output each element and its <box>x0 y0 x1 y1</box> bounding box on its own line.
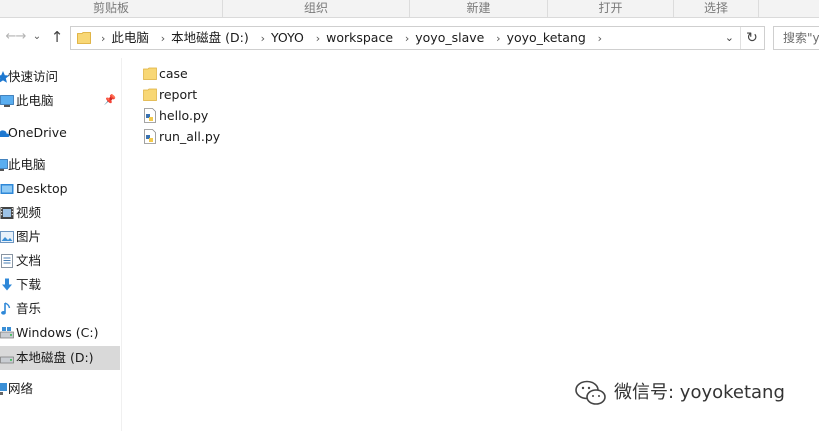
python-file-icon <box>144 108 156 123</box>
sidebar-item-label: OneDrive <box>8 125 67 140</box>
computer-icon <box>0 95 14 107</box>
folder-icon <box>143 67 157 80</box>
drive-icon <box>0 356 14 364</box>
sidebar-item-this-pc[interactable]: 此电脑 <box>0 154 120 176</box>
drive-icon <box>0 327 14 339</box>
breadcrumb-item[interactable]: YOYO <box>271 27 304 49</box>
music-note-icon <box>1 302 11 315</box>
chevron-right-icon[interactable]: › <box>405 28 409 50</box>
sidebar-item-label: 此电脑 <box>16 93 54 108</box>
documents-folder-icon <box>1 254 13 268</box>
folder-icon <box>143 88 157 101</box>
sidebar-item-this-pc-pinned[interactable]: 此电脑 📌 <box>0 90 120 112</box>
chevron-right-icon[interactable]: › <box>161 28 165 50</box>
video-folder-icon <box>0 207 14 219</box>
download-arrow-icon <box>2 278 12 291</box>
navigation-pane: 快速访问 此电脑 📌 OneDrive 此电脑 Desktop 视频 图片 文档… <box>0 58 120 431</box>
sidebar-item-label: Windows (C:) <box>16 325 99 340</box>
sidebar-item-quick-access[interactable]: 快速访问 <box>0 66 120 88</box>
chevron-down-icon[interactable]: ⌄ <box>28 28 46 46</box>
watermark-text: 微信号: yoyoketang <box>614 382 785 403</box>
sidebar-item-label: 文档 <box>16 253 42 268</box>
breadcrumb-item[interactable]: 本地磁盘 (D:) <box>171 27 249 49</box>
breadcrumb-item[interactable]: yoyo_slave <box>415 27 484 49</box>
sidebar-item-label: 下载 <box>16 277 42 292</box>
sidebar-item-label: 本地磁盘 (D:) <box>16 350 94 365</box>
sidebar-item-drive-c[interactable]: Windows (C:) <box>0 322 120 344</box>
sidebar-item-label: 网络 <box>8 381 34 396</box>
up-arrow-icon[interactable]: ↑ <box>48 28 66 46</box>
sidebar-item-drive-d[interactable]: 本地磁盘 (D:) <box>0 346 120 370</box>
ribbon-group-label: 组织 <box>303 1 328 15</box>
computer-icon <box>0 159 8 171</box>
sidebar-item-videos[interactable]: 视频 <box>0 202 120 224</box>
ribbon-group-label: 选择 <box>703 1 728 15</box>
file-name: report <box>159 87 198 102</box>
sidebar-item-label: 图片 <box>16 229 42 244</box>
sidebar-item-label: Desktop <box>16 181 68 196</box>
ribbon-group-select[interactable]: 选择 <box>674 0 759 17</box>
file-name: hello.py <box>159 108 209 123</box>
sidebar-item-onedrive[interactable]: OneDrive <box>0 122 120 144</box>
file-name: run_all.py <box>159 129 221 144</box>
folder-icon <box>77 32 91 44</box>
desktop-folder-icon <box>0 184 14 194</box>
sidebar-item-music[interactable]: 音乐 <box>0 298 120 320</box>
chevron-right-icon[interactable]: › <box>598 28 602 50</box>
pin-icon[interactable]: 📌 <box>104 90 116 112</box>
breadcrumb-item[interactable]: 此电脑 <box>111 27 149 49</box>
sidebar-item-label: 音乐 <box>16 301 42 316</box>
file-item-run-all-py[interactable]: run_all.py <box>140 126 540 147</box>
watermark: 微信号: yoyoketang <box>574 378 785 408</box>
chevron-right-icon[interactable]: › <box>316 28 320 50</box>
wechat-logo-icon <box>575 380 606 405</box>
network-icon <box>0 383 7 395</box>
chevron-right-icon[interactable]: › <box>261 28 265 50</box>
address-row: ← → ⌄ ↑ › 此电脑 › 本地磁盘 (D:) › YOYO › workspace… <box>0 18 819 58</box>
chevron-right-icon[interactable]: › <box>101 28 105 50</box>
ribbon-group-clipboard[interactable]: 剪贴板 <box>0 0 223 17</box>
breadcrumb-item[interactable]: yoyo_ketang <box>507 27 586 49</box>
refresh-icon[interactable]: ↻ <box>740 27 763 49</box>
sidebar-item-documents[interactable]: 文档 <box>0 250 120 272</box>
search-input[interactable]: 搜索"y <box>773 26 819 50</box>
ribbon-group-open[interactable]: 打开 <box>548 0 674 17</box>
chevron-right-icon[interactable]: › <box>496 28 500 50</box>
pictures-folder-icon <box>0 231 14 243</box>
file-name: case <box>159 66 188 81</box>
ribbon-group-bar: 剪贴板 组织 新建 打开 选择 <box>0 0 819 18</box>
breadcrumb: › 此电脑 › 本地磁盘 (D:) › YOYO › workspace › yoyo_s… <box>93 27 608 49</box>
sidebar-item-label: 此电脑 <box>8 157 46 172</box>
address-dropdown-icon[interactable]: ⌄ <box>725 27 734 49</box>
file-item-case[interactable]: case <box>140 63 540 84</box>
sidebar-item-network[interactable]: 网络 <box>0 378 120 400</box>
python-file-icon <box>144 129 156 144</box>
sidebar-item-label: 视频 <box>16 205 42 220</box>
sidebar-item-downloads[interactable]: 下载 <box>0 274 120 296</box>
ribbon-group-label: 打开 <box>598 1 623 15</box>
pane-divider[interactable] <box>121 58 122 431</box>
sidebar-item-label: 快速访问 <box>8 69 59 84</box>
file-list: case report hello.py run_all.py <box>140 63 540 147</box>
ribbon-group-organize[interactable]: 组织 <box>223 0 410 17</box>
breadcrumb-item[interactable]: workspace <box>326 27 393 49</box>
file-item-hello-py[interactable]: hello.py <box>140 105 540 126</box>
ribbon-group-label: 剪贴板 <box>92 1 129 15</box>
sidebar-item-pictures[interactable]: 图片 <box>0 226 120 248</box>
sidebar-item-desktop[interactable]: Desktop <box>0 178 120 200</box>
ribbon-group-label: 新建 <box>466 1 491 15</box>
ribbon-group-new[interactable]: 新建 <box>410 0 548 17</box>
address-bar[interactable]: › 此电脑 › 本地磁盘 (D:) › YOYO › workspace › yoyo_s… <box>70 26 765 50</box>
file-item-report[interactable]: report <box>140 84 540 105</box>
